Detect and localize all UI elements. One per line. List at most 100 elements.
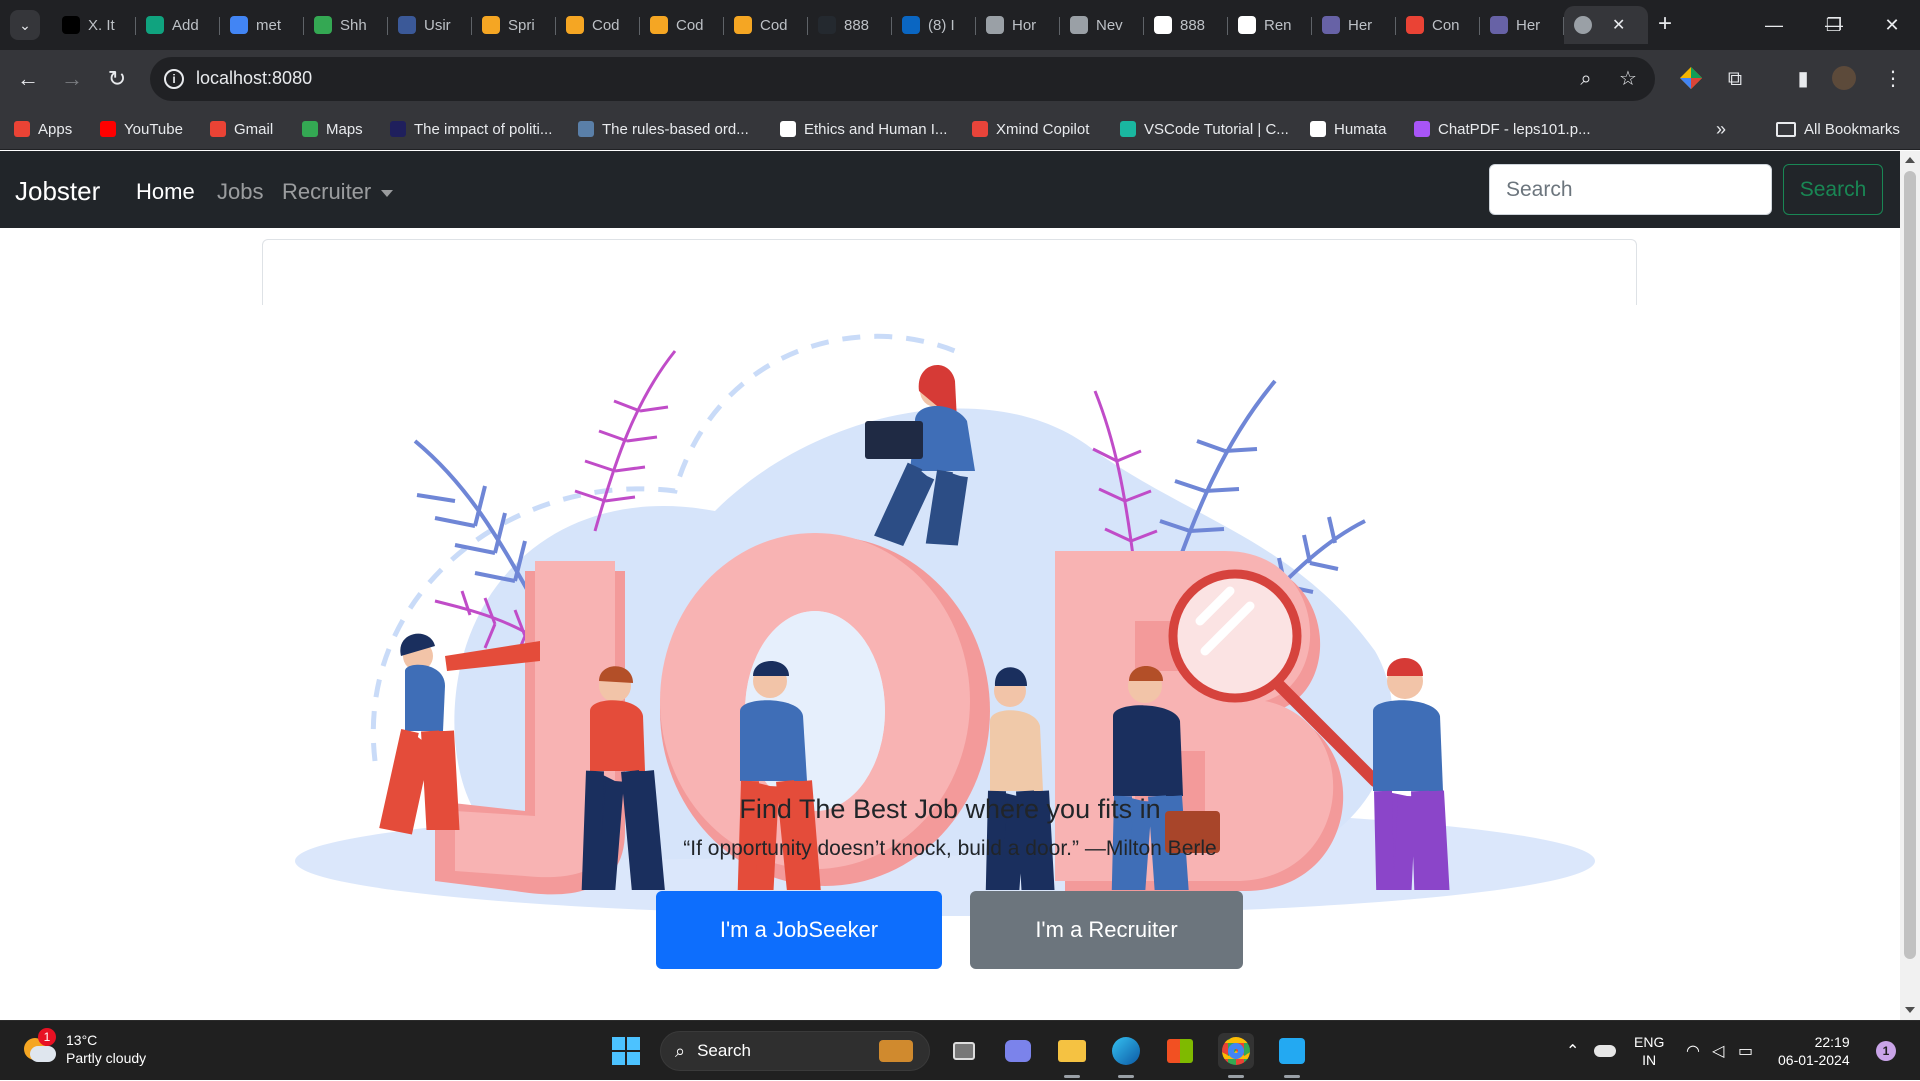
nav-recruiter-dropdown[interactable]: Recruiter: [282, 179, 394, 205]
extensions-puzzle-icon[interactable]: ⧉: [1722, 66, 1748, 92]
address-bar[interactable]: i localhost:8080 ⌕ ☆: [150, 57, 1655, 101]
codecademy-icon: [650, 16, 668, 34]
site-info-icon[interactable]: i: [164, 69, 184, 89]
nav-home-link[interactable]: Home: [136, 179, 195, 205]
browser-tab[interactable]: Spri: [472, 6, 556, 44]
bookmark-label: Xmind Copilot: [996, 120, 1090, 138]
bookmark-item[interactable]: ChatPDF - leps101.p...: [1414, 118, 1591, 140]
browser-tab[interactable]: Ren: [1228, 6, 1312, 44]
bookmark-item[interactable]: Apps: [14, 118, 72, 140]
codecademy-icon: [734, 16, 752, 34]
jobseeker-button[interactable]: I'm a JobSeeker: [656, 891, 942, 969]
humata-icon: [1310, 121, 1326, 137]
arrow-left-icon: ←: [17, 66, 39, 91]
google-icon: [230, 16, 248, 34]
close-window-button[interactable]: ✕: [1864, 0, 1920, 50]
battery-icon[interactable]: ▭: [1738, 1021, 1753, 1081]
forward-button[interactable]: →: [57, 64, 87, 94]
recruiter-button[interactable]: I'm a Recruiter: [970, 891, 1243, 969]
github-icon: [818, 16, 836, 34]
browser-tab[interactable]: Her: [1312, 6, 1396, 44]
browser-tab[interactable]: Cod: [556, 6, 640, 44]
chevron-down-icon: ⌄: [19, 16, 31, 33]
new-tab-button[interactable]: +: [1650, 10, 1680, 40]
bookmark-item[interactable]: VSCode Tutorial | C...: [1120, 118, 1289, 140]
scrollbar-thumb[interactable]: [1904, 171, 1916, 959]
search-highlight-icon: [879, 1040, 913, 1062]
bookmark-star-icon[interactable]: ☆: [1616, 67, 1640, 91]
chrome-running-indicator: [1228, 1075, 1244, 1078]
bookmark-item[interactable]: Maps: [302, 118, 363, 140]
more-bookmarks-chevron-icon[interactable]: »: [1716, 118, 1726, 140]
extension-diamond-icon[interactable]: [1678, 66, 1704, 92]
edge-browser-icon[interactable]: [1108, 1033, 1144, 1069]
notification-center[interactable]: 1: [1876, 1021, 1896, 1081]
chatgpt-icon: [146, 16, 164, 34]
bookmark-item[interactable]: Ethics and Human I...: [780, 118, 947, 140]
brand-logo[interactable]: Jobster: [15, 176, 100, 207]
navbar-search-input[interactable]: [1489, 164, 1772, 215]
profile-avatar[interactable]: [1832, 66, 1858, 92]
task-view-icon[interactable]: [946, 1033, 982, 1069]
tab-title: 888: [844, 16, 870, 34]
clock[interactable]: 22:19 06-01-2024: [1778, 1021, 1850, 1081]
browser-tab[interactable]: 888: [1144, 6, 1228, 44]
reload-button[interactable]: ↻: [102, 64, 132, 94]
back-button[interactable]: ←: [13, 64, 43, 94]
minimize-window-button[interactable]: —: [1746, 0, 1802, 50]
start-button[interactable]: [608, 1033, 644, 1069]
volume-icon[interactable]: ◁: [1712, 1021, 1724, 1081]
bookmark-label: Humata: [1334, 120, 1387, 138]
restore-window-button[interactable]: ❐: [1806, 0, 1862, 50]
taskbar-search[interactable]: ⌕ Search: [660, 1031, 930, 1071]
nav-jobs-link[interactable]: Jobs: [217, 179, 263, 205]
browser-tab[interactable]: Her: [1480, 6, 1564, 44]
browser-tab[interactable]: 888: [808, 6, 892, 44]
browser-tab[interactable]: Usir: [388, 6, 472, 44]
browser-tab[interactable]: Shh: [304, 6, 388, 44]
tab-list: X. It Add met Shh Usir Spri Cod Cod Cod 888 (8) I H…: [52, 6, 1648, 44]
scroll-up-arrow-icon[interactable]: [1905, 157, 1915, 163]
close-tab-icon[interactable]: ✕: [1612, 15, 1625, 35]
teams-chat-icon[interactable]: [1000, 1033, 1036, 1069]
globe-icon: [986, 16, 1004, 34]
weather-widget[interactable]: 1 13°C Partly cloudy: [22, 1028, 146, 1067]
browser-tab[interactable]: met: [220, 6, 304, 44]
tab-title: X. It: [88, 16, 115, 34]
tab-search-button[interactable]: ⌄: [10, 10, 40, 40]
bookmark-label: Apps: [38, 120, 73, 138]
bookmark-item[interactable]: The rules-based ord...: [578, 118, 749, 140]
bookmark-label: The rules-based ord...: [602, 120, 749, 138]
page-scrollbar[interactable]: [1900, 151, 1920, 1020]
navbar-search-button[interactable]: Search: [1783, 164, 1883, 215]
chrome-icon[interactable]: [1218, 1033, 1254, 1069]
vscode-icon[interactable]: [1274, 1033, 1310, 1069]
browser-tab[interactable]: (8) I: [892, 6, 976, 44]
bookmark-item[interactable]: Xmind Copilot: [972, 118, 1089, 140]
scroll-down-arrow-icon[interactable]: [1905, 1007, 1915, 1013]
wifi-icon[interactable]: ◠: [1686, 1021, 1700, 1081]
bookmark-item[interactable]: The impact of politi...: [390, 118, 552, 140]
onedrive-cloud-icon[interactable]: [1594, 1021, 1616, 1081]
browser-tab[interactable]: X. It: [52, 6, 136, 44]
bookmark-item[interactable]: YouTube: [100, 118, 183, 140]
all-bookmarks-button[interactable]: All Bookmarks: [1776, 118, 1900, 140]
browser-tab[interactable]: Con: [1396, 6, 1480, 44]
bookmark-item[interactable]: Gmail: [210, 118, 273, 140]
file-explorer-icon[interactable]: [1054, 1033, 1090, 1069]
doc-icon: [390, 121, 406, 137]
browser-menu-icon[interactable]: ⋮: [1880, 66, 1906, 92]
zoom-icon[interactable]: ⌕: [1574, 67, 1598, 91]
browser-tab[interactable]: Add: [136, 6, 220, 44]
youtube-icon: [100, 121, 116, 137]
language-indicator[interactable]: ENG IN: [1634, 1021, 1664, 1081]
bookmark-item[interactable]: Humata: [1310, 118, 1387, 140]
tray-overflow-chevron-icon[interactable]: ⌃: [1566, 1021, 1579, 1081]
active-browser-tab[interactable]: ✕: [1564, 6, 1648, 44]
microsoft-store-icon[interactable]: [1162, 1033, 1198, 1069]
browser-tab[interactable]: Cod: [724, 6, 808, 44]
browser-tab[interactable]: Hor: [976, 6, 1060, 44]
side-panel-icon[interactable]: ▮: [1790, 66, 1816, 92]
browser-tab[interactable]: Nev: [1060, 6, 1144, 44]
browser-tab[interactable]: Cod: [640, 6, 724, 44]
